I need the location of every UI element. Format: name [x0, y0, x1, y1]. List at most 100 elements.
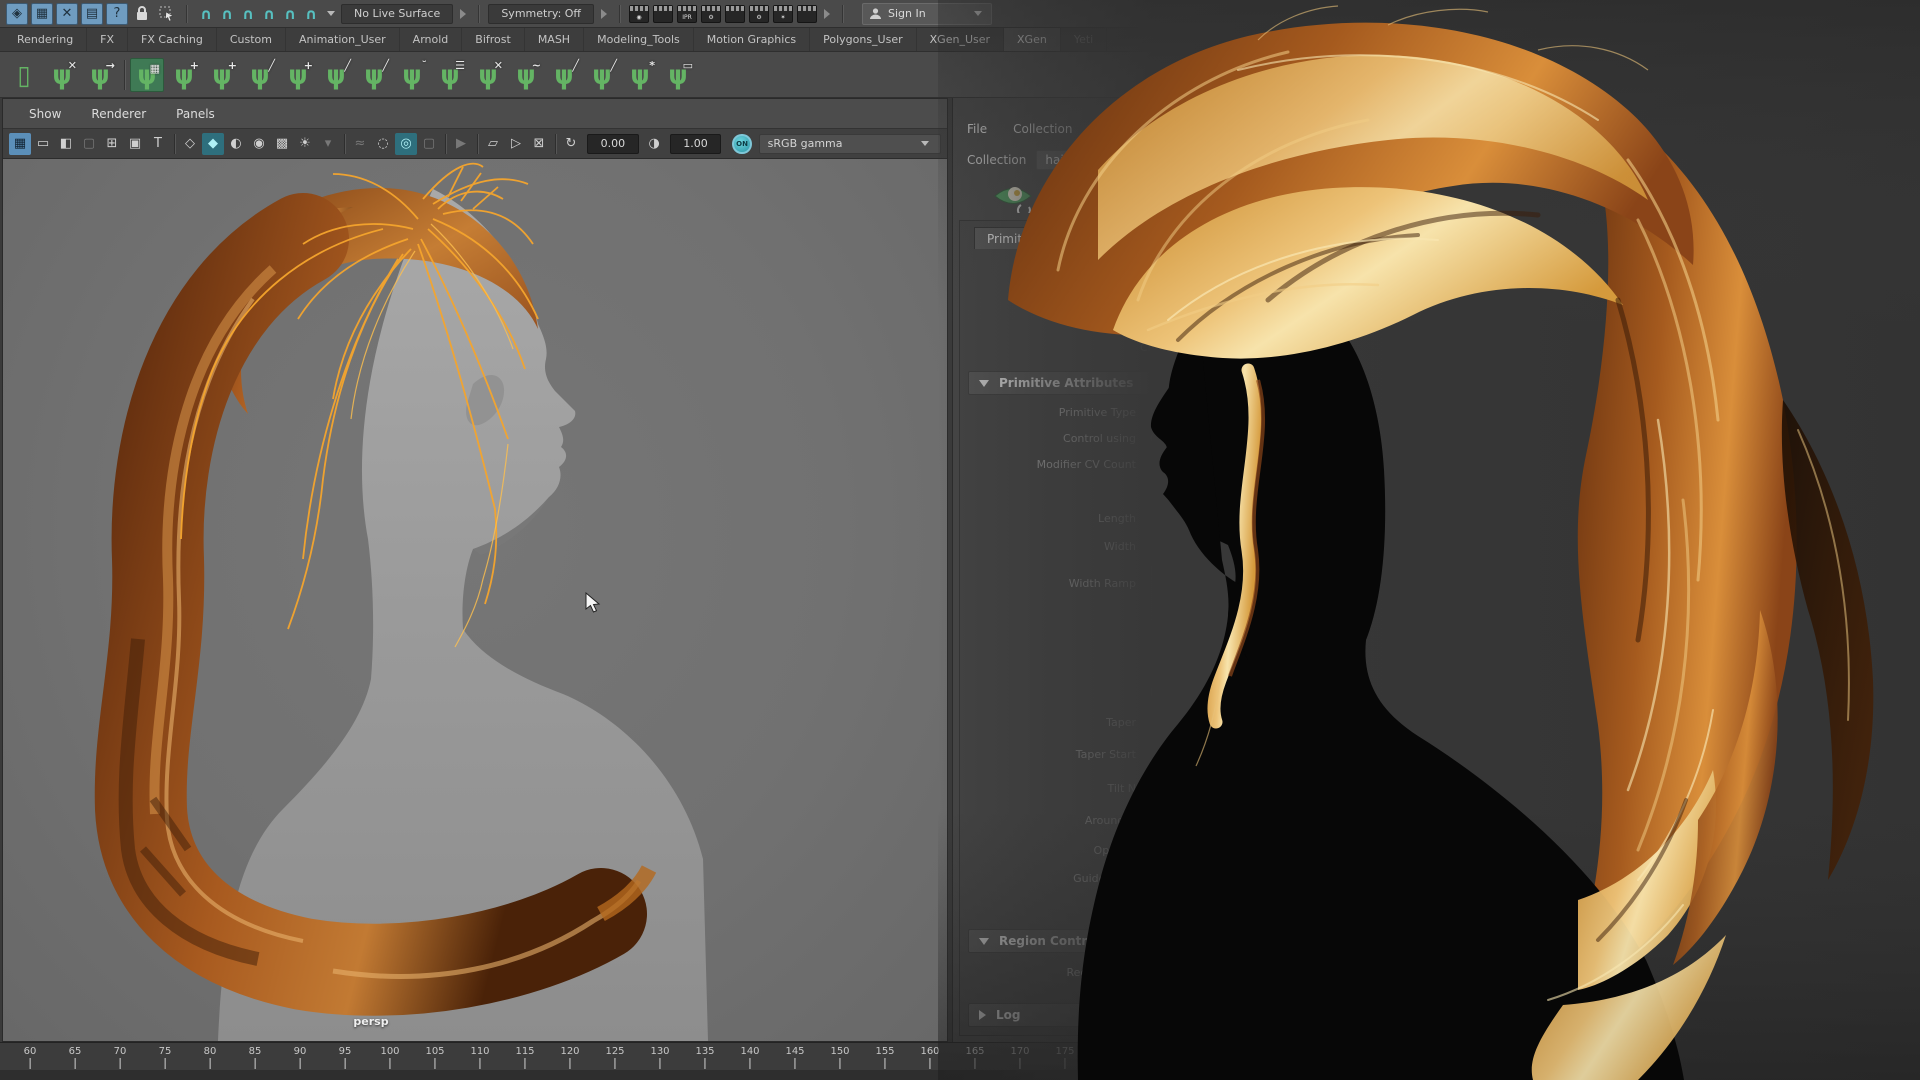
- create-description-plus-icon[interactable]: +ψ: [1141, 184, 1175, 212]
- tilt-n-field[interactable]: 0.0000: [1150, 780, 1300, 798]
- time-slider[interactable]: 6065707580859095100105110115120125130135…: [0, 1042, 1920, 1080]
- width-field[interactable]: 0.1000: [1150, 538, 1300, 556]
- image-plane-icon[interactable]: ⊠: [528, 133, 550, 155]
- snap-point-icon[interactable]: ∩: [238, 3, 258, 25]
- groom-brush-icon[interactable]: ψ╱: [242, 56, 278, 94]
- export-guides-icon[interactable]: ψ→: [82, 56, 118, 94]
- checkbox-checked[interactable]: ✓: [1129, 285, 1142, 298]
- lights-icon[interactable]: ☀: [294, 133, 316, 155]
- range-slider-strip[interactable]: [0, 1070, 1920, 1080]
- noise-brush-icon[interactable]: ψ~: [508, 56, 544, 94]
- file-page-icon[interactable]: ▯: [6, 56, 42, 94]
- slider-groove[interactable]: [1312, 754, 1402, 757]
- resolution-gate-icon[interactable]: ◧: [55, 133, 77, 155]
- colorspace-dropdown[interactable]: sRGB gamma: [759, 134, 941, 154]
- display-checkbox[interactable]: ✓: [1150, 843, 1163, 856]
- control-using-dropdown[interactable]: Guides: [1150, 432, 1188, 445]
- bookmark-icon[interactable]: ▷: [505, 133, 527, 155]
- select-tool-icon[interactable]: ▶: [450, 133, 472, 155]
- rake-brush-icon[interactable]: ψ☰: [432, 56, 468, 94]
- render-view-icon[interactable]: ◉: [629, 5, 649, 23]
- lock-icon[interactable]: [131, 3, 153, 25]
- section-expand-icon[interactable]: [824, 9, 830, 19]
- preview-eye-icon[interactable]: [993, 179, 1033, 217]
- snapshot-icon[interactable]: ▱: [482, 133, 504, 155]
- slider-groove[interactable]: [1312, 788, 1402, 791]
- section-log[interactable]: Log: [968, 1003, 1658, 1027]
- wireframe-icon[interactable]: ◇: [179, 133, 201, 155]
- default-material-icon[interactable]: ◉: [248, 133, 270, 155]
- around-n-field[interactable]: 0.0000: [1150, 812, 1300, 830]
- interpolation-label[interactable]: Interpolation: [1150, 686, 1220, 699]
- bend-brush-icon[interactable]: ψ˘: [394, 56, 430, 94]
- hypershade-icon[interactable]: [725, 5, 745, 23]
- safe-action-icon[interactable]: ▣: [124, 133, 146, 155]
- slider-groove[interactable]: [1312, 972, 1402, 975]
- pause-icon[interactable]: [797, 5, 817, 23]
- render-settings-icon[interactable]: ⚙: [701, 5, 721, 23]
- ipr-render-icon[interactable]: IPR: [677, 5, 697, 23]
- object-mask-icon[interactable]: ▦: [31, 3, 53, 25]
- hierarchy-mask-icon[interactable]: ◈: [6, 3, 28, 25]
- color-management-toggle[interactable]: ON: [732, 134, 751, 154]
- preview-hide-caret-icon[interactable]: [1120, 196, 1128, 201]
- component-mask-icon[interactable]: ✕: [56, 3, 78, 25]
- smooth-brush-icon[interactable]: ψ╱: [356, 56, 392, 94]
- animation-mask-icon[interactable]: ▤: [81, 3, 103, 25]
- snap-options-caret-icon[interactable]: [327, 11, 335, 16]
- uniform-checkbox[interactable]: ✓: [1150, 483, 1163, 496]
- snap-projected-center-icon[interactable]: ∩: [259, 3, 279, 25]
- snap-curve-icon[interactable]: ∩: [217, 3, 237, 25]
- live-surface-field[interactable]: No Live Surface: [341, 4, 453, 24]
- section-expand-icon[interactable]: [460, 9, 466, 19]
- create-description-icon[interactable]: ψ+: [166, 56, 202, 94]
- section-region-control[interactable]: Region Control: [968, 929, 1658, 953]
- grid-icon[interactable]: ▦: [9, 133, 31, 155]
- create-link[interactable]: Create: [1140, 341, 1177, 354]
- snap-grid-icon[interactable]: ∩: [196, 3, 216, 25]
- slider-groove[interactable]: [1312, 820, 1402, 823]
- cv-count-field[interactable]: 40: [1150, 456, 1300, 474]
- preview-hide-icon[interactable]: [1067, 179, 1107, 217]
- exposure-field[interactable]: 0.00: [587, 134, 639, 154]
- xgen-editor-icon[interactable]: ψ▦: [130, 58, 164, 92]
- collection-name-field[interactable]: hair: [1036, 150, 1356, 170]
- symmetry-field[interactable]: Symmetry: Off: [488, 4, 594, 24]
- slider-groove[interactable]: [1312, 518, 1402, 521]
- slider-groove[interactable]: [1312, 546, 1402, 549]
- highlight-mask-icon[interactable]: ?: [106, 3, 128, 25]
- taper-field[interactable]: 0.0000: [1150, 714, 1300, 732]
- textured-icon[interactable]: ◐: [225, 133, 247, 155]
- isolate-icon[interactable]: ▢: [418, 133, 440, 155]
- checkbox[interactable]: [1129, 257, 1142, 270]
- set-length-button[interactable]: Set Length: [1150, 897, 1300, 918]
- region-mask-field[interactable]: 0.0: [1150, 964, 1300, 982]
- delete-guides-icon[interactable]: ψ✕: [44, 56, 80, 94]
- cut-brush-icon[interactable]: ψ✕: [470, 56, 506, 94]
- taper-start-field[interactable]: 0.0000: [1150, 746, 1300, 764]
- checker-icon[interactable]: ▩: [271, 133, 293, 155]
- primitive-type-dropdown[interactable]: Spline: [1150, 406, 1184, 419]
- sign-in-button[interactable]: Sign In: [862, 3, 992, 25]
- xray-icon[interactable]: ◎: [395, 133, 417, 155]
- fog-icon[interactable]: ≈: [349, 133, 371, 155]
- slider-groove[interactable]: [1312, 722, 1402, 725]
- section-primitive-attributes[interactable]: Primitive Attributes: [968, 371, 1658, 395]
- viewport-3d-canvas[interactable]: persp: [3, 159, 947, 1041]
- comb-brush-icon[interactable]: ψ╱: [318, 56, 354, 94]
- render-setup-icon[interactable]: ⚙: [749, 5, 769, 23]
- add-guide-icon[interactable]: ψ+: [204, 56, 240, 94]
- select-object-icon[interactable]: [156, 3, 178, 25]
- field-chart-icon[interactable]: ⊞: [101, 133, 123, 155]
- checkbox[interactable]: [1129, 313, 1142, 326]
- slider-groove[interactable]: [1312, 464, 1402, 467]
- width-ramp-widget[interactable]: R: [1150, 565, 1266, 657]
- motion-blur-icon[interactable]: ◌: [372, 133, 394, 155]
- smooth-shade-icon[interactable]: ◆: [202, 133, 224, 155]
- sculpt-sparkle-icon[interactable]: ψ*: [622, 56, 658, 94]
- sign-in-caret-icon[interactable]: [974, 11, 982, 16]
- render-current-frame-icon[interactable]: [653, 5, 673, 23]
- tab-primitives[interactable]: Primitives: [974, 227, 1059, 249]
- gate-mask-icon[interactable]: ▢: [78, 133, 100, 155]
- contrast-icon[interactable]: ◑: [644, 133, 665, 155]
